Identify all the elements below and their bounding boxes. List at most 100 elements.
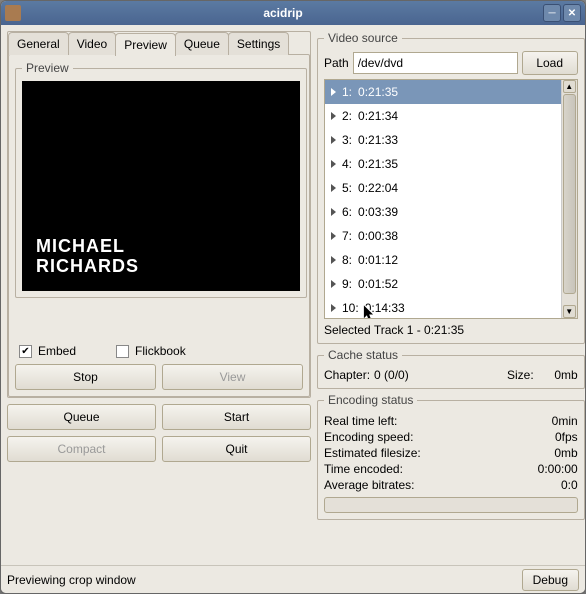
expander-icon bbox=[331, 88, 336, 96]
track-duration: 0:01:12 bbox=[358, 253, 398, 267]
expander-icon bbox=[331, 184, 336, 192]
embed-label: Embed bbox=[38, 344, 76, 358]
track-duration: 0:14:33 bbox=[365, 301, 405, 315]
expander-icon bbox=[331, 208, 336, 216]
track-item[interactable]: 2: 0:21:34 bbox=[325, 104, 561, 128]
stop-button[interactable]: Stop bbox=[15, 364, 156, 390]
track-item[interactable]: 8: 0:01:12 bbox=[325, 248, 561, 272]
encoding-status-group: Encoding status Real time left:0minEncod… bbox=[317, 393, 585, 520]
encoding-label: Time encoded: bbox=[324, 462, 403, 476]
encoding-row: Estimated filesize: 0mb bbox=[324, 445, 578, 461]
minimize-button[interactable]: ─ bbox=[543, 4, 561, 22]
cache-status-legend: Cache status bbox=[324, 348, 402, 362]
preview-legend: Preview bbox=[22, 61, 73, 75]
path-label: Path bbox=[324, 56, 349, 70]
track-item[interactable]: 6:0:03:39 bbox=[325, 200, 561, 224]
track-duration: 0:22:04 bbox=[358, 181, 398, 195]
quit-button[interactable]: Quit bbox=[162, 436, 311, 462]
cache-chapter-label: Chapter: bbox=[324, 368, 370, 382]
cache-size-value: 0mb bbox=[538, 368, 578, 382]
app-icon bbox=[5, 5, 21, 21]
encoding-value: 0mb bbox=[554, 446, 577, 460]
encoding-value: 0fps bbox=[555, 430, 578, 444]
scroll-up-button[interactable]: ▲ bbox=[563, 80, 576, 93]
track-duration: 0:21:35 bbox=[358, 157, 398, 171]
scroll-down-button[interactable]: ▼ bbox=[563, 305, 576, 318]
start-button[interactable]: Start bbox=[162, 404, 311, 430]
debug-button[interactable]: Debug bbox=[522, 569, 579, 591]
track-index: 1: bbox=[342, 85, 352, 99]
encoding-label: Encoding speed: bbox=[324, 430, 413, 444]
encoding-label: Estimated filesize: bbox=[324, 446, 421, 460]
track-duration: 0:21:33 bbox=[358, 133, 398, 147]
encoding-value: 0:00:00 bbox=[538, 462, 578, 476]
track-duration: 0:03:39 bbox=[358, 205, 398, 219]
preview-video: MICHAEL RICHARDS bbox=[22, 81, 300, 291]
load-button[interactable]: Load bbox=[522, 51, 578, 75]
encoding-value: 0:0 bbox=[561, 478, 578, 492]
track-index: 10: bbox=[342, 301, 359, 315]
track-item[interactable]: 10: 0:14:33 bbox=[325, 296, 561, 318]
tab-queue[interactable]: Queue bbox=[175, 32, 229, 55]
tab-preview[interactable]: Preview bbox=[115, 33, 176, 56]
close-button[interactable]: ✕ bbox=[563, 4, 581, 22]
video-source-legend: Video source bbox=[324, 31, 402, 45]
encoding-value: 0min bbox=[552, 414, 578, 428]
track-index: 2: bbox=[342, 109, 352, 123]
view-button[interactable]: View bbox=[162, 364, 303, 390]
expander-icon bbox=[331, 232, 336, 240]
track-item[interactable]: 9: 0:01:52 bbox=[325, 272, 561, 296]
encoding-label: Average bitrates: bbox=[324, 478, 415, 492]
expander-icon bbox=[331, 256, 336, 264]
track-item[interactable]: 4: 0:21:35 bbox=[325, 152, 561, 176]
track-duration: 0:00:38 bbox=[358, 229, 398, 243]
cache-chapter-value: 0 (0/0) bbox=[374, 368, 409, 382]
expander-icon bbox=[331, 160, 336, 168]
status-text: Previewing crop window bbox=[7, 573, 516, 587]
scrollbar-vertical[interactable]: ▲ ▼ bbox=[561, 80, 577, 318]
track-duration: 0:01:52 bbox=[358, 277, 398, 291]
embed-checkbox[interactable]: ✔ Embed bbox=[19, 344, 76, 358]
tab-video[interactable]: Video bbox=[68, 32, 116, 55]
track-index: 7: bbox=[342, 229, 352, 243]
cache-size-label: Size: bbox=[507, 368, 534, 382]
encoding-status-legend: Encoding status bbox=[324, 393, 417, 407]
flickbook-label: Flickbook bbox=[135, 344, 186, 358]
track-item[interactable]: 1:0:21:35 bbox=[325, 80, 561, 104]
queue-button[interactable]: Queue bbox=[7, 404, 156, 430]
track-index: 8: bbox=[342, 253, 352, 267]
track-item[interactable]: 5: 0:22:04 bbox=[325, 176, 561, 200]
encoding-row: Average bitrates: 0:0 bbox=[324, 477, 578, 493]
encoding-row: Encoding speed: 0fps bbox=[324, 429, 578, 445]
encoding-label: Real time left: bbox=[324, 414, 397, 428]
checkbox-empty-icon bbox=[116, 345, 129, 358]
cache-status-group: Cache status Chapter: 0 (0/0) Size: 0mb bbox=[317, 348, 585, 389]
encoding-progress bbox=[324, 497, 578, 513]
main-tabs: General Video Preview Queue Settings Pre… bbox=[7, 31, 311, 398]
tab-general[interactable]: General bbox=[8, 32, 69, 55]
path-input[interactable] bbox=[353, 52, 518, 74]
expander-icon bbox=[331, 304, 336, 312]
track-list[interactable]: 1:0:21:35 2: 0:21:34 3: 0:21:33 4: 0:21:35 5: 0:… bbox=[324, 79, 578, 319]
encoding-row: Time encoded: 0:00:00 bbox=[324, 461, 578, 477]
track-index: 5: bbox=[342, 181, 352, 195]
tab-settings[interactable]: Settings bbox=[228, 32, 289, 55]
flickbook-checkbox[interactable]: Flickbook bbox=[116, 344, 186, 358]
track-index: 9: bbox=[342, 277, 352, 291]
preview-overlay-1: MICHAEL bbox=[36, 237, 139, 257]
encoding-row: Real time left: 0min bbox=[324, 413, 578, 429]
scroll-thumb[interactable] bbox=[563, 94, 576, 294]
track-item[interactable]: 7: 0:00:38 bbox=[325, 224, 561, 248]
titlebar: acidrip ─ ✕ bbox=[1, 1, 585, 25]
expander-icon bbox=[331, 112, 336, 120]
expander-icon bbox=[331, 136, 336, 144]
selected-track-label: Selected Track 1 - 0:21:35 bbox=[324, 323, 578, 337]
preview-overlay-2: RICHARDS bbox=[36, 257, 139, 277]
window-title: acidrip bbox=[25, 6, 541, 20]
track-duration: 0:21:34 bbox=[358, 109, 398, 123]
track-index: 4: bbox=[342, 157, 352, 171]
track-index: 3: bbox=[342, 133, 352, 147]
preview-group: Preview MICHAEL RICHARDS bbox=[15, 61, 307, 298]
compact-button[interactable]: Compact bbox=[7, 436, 156, 462]
track-item[interactable]: 3: 0:21:33 bbox=[325, 128, 561, 152]
